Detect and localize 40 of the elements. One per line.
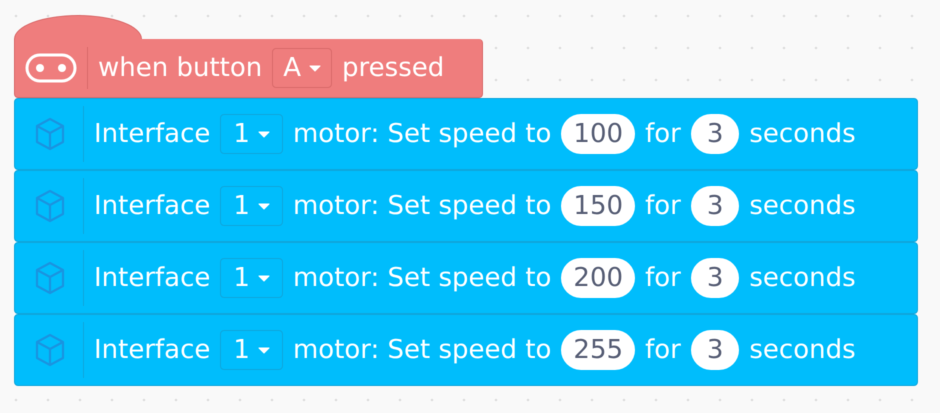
block-label: motor: Set speed to <box>292 118 552 150</box>
block-label: Interface <box>94 262 210 294</box>
caret-icon <box>309 64 322 72</box>
cube-icon <box>35 117 65 151</box>
speed-input[interactable]: 255 <box>561 330 636 370</box>
block-label: motor: Set speed to <box>292 190 552 222</box>
motor-block[interactable]: Interface 1 motor: Set speed to 150 for 3 seconds <box>14 170 918 242</box>
block-label: seconds <box>749 334 856 366</box>
block-label: for <box>645 262 681 294</box>
speed-input[interactable]: 150 <box>561 186 636 226</box>
motor-block[interactable]: Interface 1 motor: Set speed to 100 for 3 seconds <box>14 98 918 170</box>
caret-icon <box>258 202 270 210</box>
block-label: when button <box>98 52 262 84</box>
duration-input[interactable]: 3 <box>690 330 740 370</box>
cube-icon <box>35 261 65 295</box>
caret-icon <box>258 274 270 282</box>
block-label: Interface <box>94 118 210 150</box>
motor-block[interactable]: Interface 1 motor: Set speed to 255 for 3 seconds <box>14 314 918 386</box>
block-label: motor: Set speed to <box>292 334 552 366</box>
speed-input[interactable]: 200 <box>561 258 636 298</box>
block-label: seconds <box>749 190 856 222</box>
duration-input[interactable]: 3 <box>690 114 740 154</box>
block-label: seconds <box>749 118 856 150</box>
block-label: pressed <box>342 52 444 84</box>
duration-input[interactable]: 3 <box>690 186 740 226</box>
caret-icon <box>258 130 270 138</box>
cube-icon <box>35 333 65 367</box>
block-label: seconds <box>749 262 856 294</box>
duration-input[interactable]: 3 <box>690 258 740 298</box>
speed-input[interactable]: 100 <box>561 114 636 154</box>
cube-icon <box>35 189 65 223</box>
motor-block[interactable]: Interface 1 motor: Set speed to 200 for 3 seconds <box>14 242 918 314</box>
block-label: for <box>645 334 681 366</box>
block-label: Interface <box>94 190 210 222</box>
block-label: for <box>645 118 681 150</box>
block-label: motor: Set speed to <box>292 262 552 294</box>
board-icon <box>25 53 77 83</box>
block-label: for <box>645 190 681 222</box>
caret-icon <box>258 346 270 354</box>
block-label: Interface <box>94 334 210 366</box>
